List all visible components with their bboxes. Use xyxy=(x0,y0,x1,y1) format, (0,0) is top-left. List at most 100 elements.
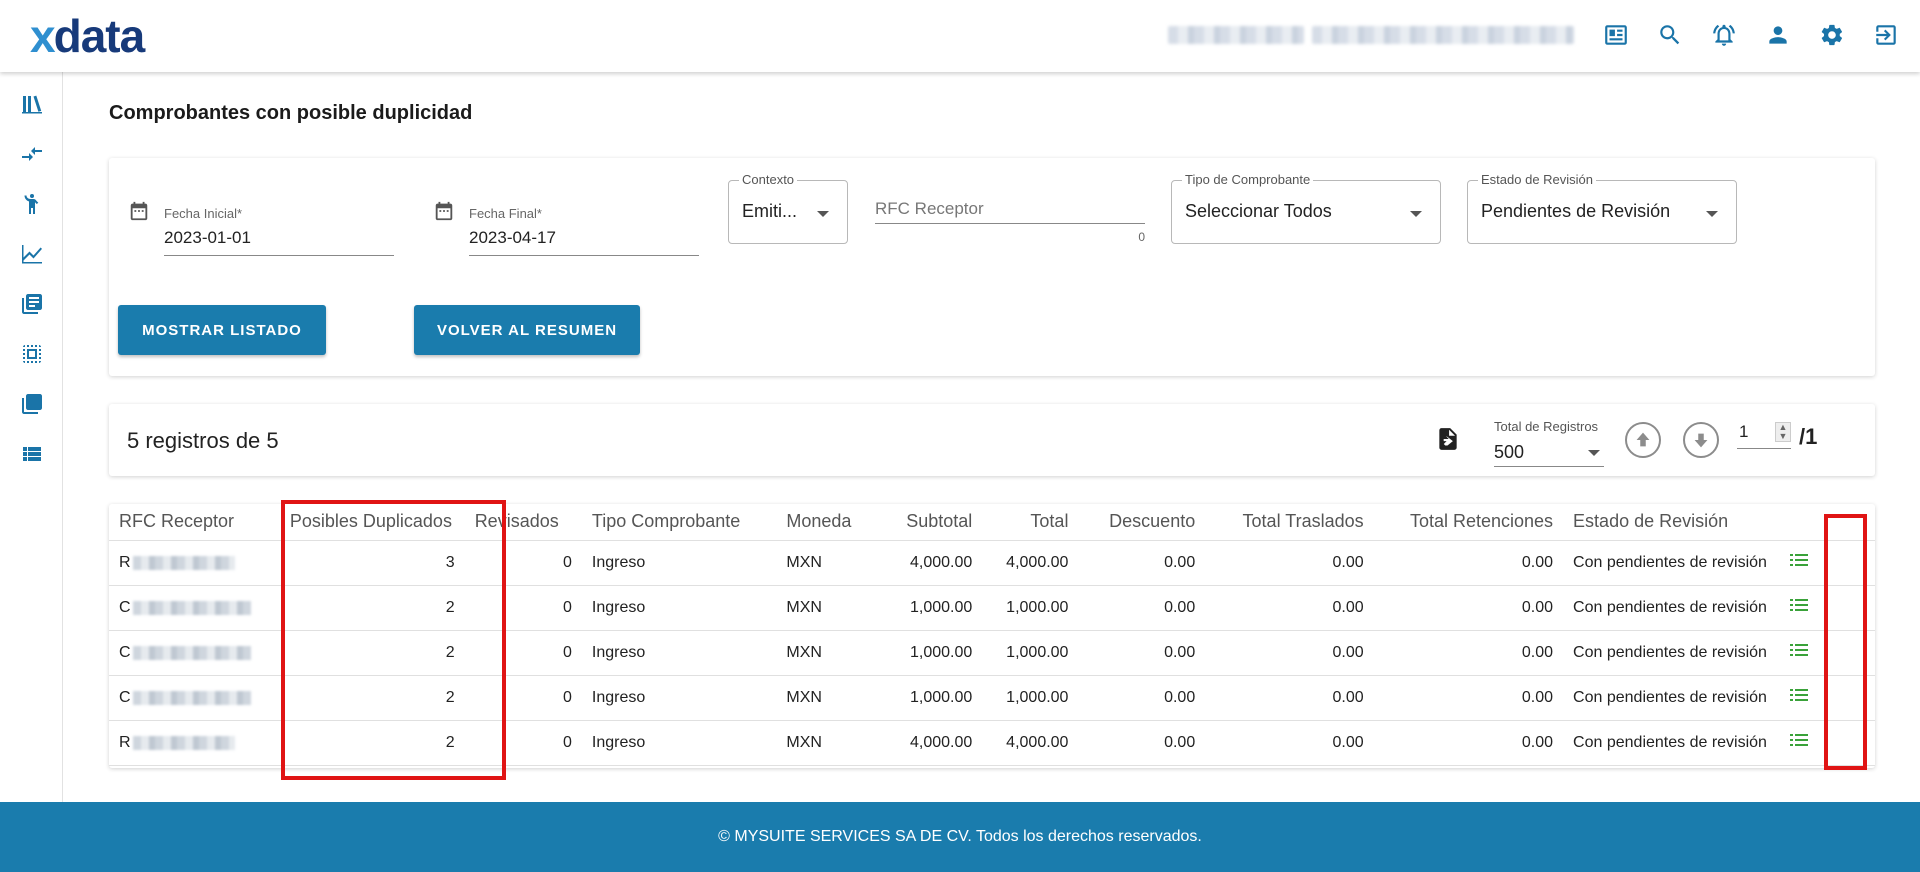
library-icon[interactable] xyxy=(16,88,48,120)
mostrar-listado-button[interactable]: MOSTRAR LISTADO xyxy=(118,305,326,355)
col-header-subtotal[interactable]: Subtotal xyxy=(875,504,983,541)
search-icon[interactable] xyxy=(1654,18,1686,52)
list-details-icon[interactable] xyxy=(1787,728,1813,754)
volver-resumen-button[interactable]: VOLVER AL RESUMEN xyxy=(414,305,640,355)
cell-tipo: Ingreso xyxy=(581,585,777,631)
total-registros-label: Total de Registros xyxy=(1494,419,1599,434)
table-row: C 2 0 Ingreso MXN 1,000.00 1,000.00 0.00… xyxy=(109,675,1875,721)
logo-text: data xyxy=(53,10,146,62)
tipo-comprobante-select[interactable]: Tipo de Comprobante Seleccionar Todos xyxy=(1171,172,1441,244)
col-header-descuento[interactable]: Descuento xyxy=(1078,504,1206,541)
logo[interactable]: x data xyxy=(30,10,146,62)
tipo-comprobante-value: Seleccionar Todos xyxy=(1185,201,1332,221)
cell-rfc: R xyxy=(109,720,280,766)
col-header-revisados[interactable]: Revisados xyxy=(464,504,582,541)
top-bar: x data xyxy=(0,0,1920,72)
logout-icon[interactable] xyxy=(1870,18,1902,52)
tipo-comprobante-label: Tipo de Comprobante xyxy=(1182,172,1314,187)
cell-estado: Con pendientes de revisión xyxy=(1563,675,1777,721)
compare-arrows-icon[interactable] xyxy=(16,138,48,170)
estado-revision-select[interactable]: Estado de Revisión Pendientes de Revisió… xyxy=(1467,172,1737,244)
cell-traslados: 0.00 xyxy=(1205,540,1374,586)
cell-subtotal: 4,000.00 xyxy=(875,540,983,586)
cell-revisados: 0 xyxy=(464,585,582,631)
col-header-tipo[interactable]: Tipo Comprobante xyxy=(581,504,777,541)
cell-revisados: 0 xyxy=(464,720,582,766)
chevron-down-icon xyxy=(817,211,829,217)
estado-revision-value: Pendientes de Revisión xyxy=(1481,201,1671,221)
cell-rfc: C xyxy=(109,630,280,676)
page-spinner[interactable]: ▲ ▼ xyxy=(1775,422,1791,442)
scroll-down-button[interactable] xyxy=(1683,422,1719,458)
cell-descuento: 0.00 xyxy=(1078,585,1206,631)
col-header-traslados[interactable]: Total Traslados xyxy=(1205,504,1374,541)
table-row: C 2 0 Ingreso MXN 1,000.00 1,000.00 0.00… xyxy=(109,630,1875,676)
col-header-retenciones[interactable]: Total Retenciones xyxy=(1373,504,1564,541)
fecha-final-value[interactable]: 2023-04-17 xyxy=(469,228,556,248)
arrow-down-icon xyxy=(1694,433,1708,448)
cell-total: 4,000.00 xyxy=(982,720,1079,766)
accessibility-icon[interactable] xyxy=(16,188,48,220)
page-current[interactable]: 1 xyxy=(1739,422,1748,442)
calendar-icon[interactable] xyxy=(128,200,152,224)
layers-icon[interactable] xyxy=(16,388,48,420)
fecha-inicial-field[interactable]: Fecha Inicial* 2023-01-01 xyxy=(128,178,398,256)
calendar-icon[interactable] xyxy=(433,200,457,224)
cell-retenciones: 0.00 xyxy=(1373,675,1564,721)
cell-estado: Con pendientes de revisión xyxy=(1563,540,1777,586)
scroll-up-button[interactable] xyxy=(1625,422,1661,458)
total-registros-value: 500 xyxy=(1494,442,1525,462)
results-table-card: RFC Receptor Posibles Duplicados Revisad… xyxy=(109,504,1875,768)
cell-subtotal: 4,000.00 xyxy=(875,720,983,766)
cell-rfc: R xyxy=(109,540,280,586)
cell-estado: Con pendientes de revisión xyxy=(1563,585,1777,631)
cell-revisados: 0 xyxy=(464,675,582,721)
cell-actions xyxy=(1776,720,1875,766)
news-icon[interactable] xyxy=(1600,18,1632,52)
contexto-value: Emiti... xyxy=(742,201,798,221)
col-header-moneda[interactable]: Moneda xyxy=(776,504,876,541)
list-view-icon[interactable] xyxy=(16,438,48,470)
fecha-inicial-value[interactable]: 2023-01-01 xyxy=(164,228,251,248)
list-details-icon[interactable] xyxy=(1787,548,1813,574)
rfc-receptor-input[interactable] xyxy=(875,194,1145,224)
cell-subtotal: 1,000.00 xyxy=(875,675,983,721)
arrow-up-icon xyxy=(1636,432,1650,447)
list-details-icon[interactable] xyxy=(1787,593,1813,619)
col-header-estado[interactable]: Estado de Revisión xyxy=(1563,504,1777,541)
cell-rfc: C xyxy=(109,585,280,631)
list-details-icon[interactable] xyxy=(1787,683,1813,709)
chevron-down-icon xyxy=(1706,211,1718,217)
cell-rfc: C xyxy=(109,675,280,721)
filter-card: Fecha Inicial* 2023-01-01 Fecha Final* 2… xyxy=(109,158,1875,376)
total-registros-select[interactable]: Total de Registros 500 xyxy=(1494,418,1604,468)
chevron-down-icon xyxy=(1410,211,1422,217)
col-header-rfc[interactable]: RFC Receptor xyxy=(109,504,280,541)
cell-retenciones: 0.00 xyxy=(1373,630,1564,676)
person-icon[interactable] xyxy=(1762,18,1794,52)
cell-retenciones: 0.00 xyxy=(1373,585,1564,631)
contexto-select[interactable]: Contexto Emiti... xyxy=(728,172,848,244)
alarm-bell-icon[interactable] xyxy=(1708,18,1740,52)
cell-tipo: Ingreso xyxy=(581,720,777,766)
cell-retenciones: 0.00 xyxy=(1373,720,1564,766)
fecha-final-field[interactable]: Fecha Final* 2023-04-17 xyxy=(433,178,703,256)
blurred-user-info xyxy=(1168,26,1574,44)
rfc-receptor-field[interactable]: 0 xyxy=(875,178,1145,248)
page-number-input[interactable]: 1 ▲ ▼ xyxy=(1737,418,1791,452)
table-row: C 2 0 Ingreso MXN 1,000.00 1,000.00 0.00… xyxy=(109,585,1875,631)
list-details-icon[interactable] xyxy=(1787,638,1813,664)
cell-total: 4,000.00 xyxy=(982,540,1079,586)
line-chart-icon[interactable] xyxy=(16,238,48,270)
export-file-icon[interactable] xyxy=(1435,426,1463,454)
cell-total: 1,000.00 xyxy=(982,675,1079,721)
copy-check-icon[interactable] xyxy=(16,338,48,370)
cell-estado: Con pendientes de revisión xyxy=(1563,720,1777,766)
article-icon[interactable] xyxy=(16,288,48,320)
col-header-posibles[interactable]: Posibles Duplicados xyxy=(279,504,465,541)
contexto-label: Contexto xyxy=(739,172,798,187)
col-header-total[interactable]: Total xyxy=(982,504,1079,541)
cell-descuento: 0.00 xyxy=(1078,720,1206,766)
cell-traslados: 0.00 xyxy=(1205,630,1374,676)
gear-icon[interactable] xyxy=(1816,18,1848,52)
